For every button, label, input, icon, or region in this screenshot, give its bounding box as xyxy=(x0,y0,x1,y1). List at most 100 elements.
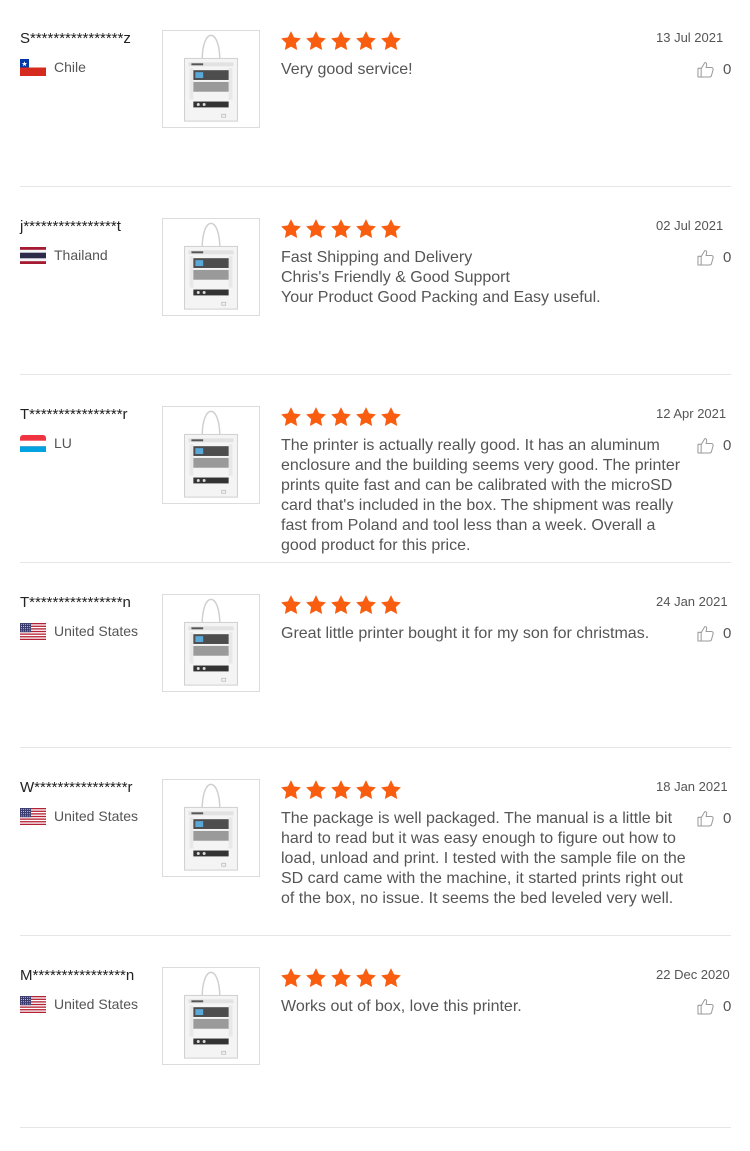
us-flag xyxy=(20,807,46,825)
country-name: Chile xyxy=(54,59,86,75)
luxembourg-flag xyxy=(20,434,46,452)
review-text: Works out of box, love this printer. xyxy=(281,998,522,1015)
star-rating xyxy=(280,218,405,240)
helpful-like-button[interactable]: 0 xyxy=(696,248,731,267)
star-icon xyxy=(356,31,376,50)
review-text: Great little printer bought it for my so… xyxy=(281,625,650,642)
star-icon xyxy=(356,595,376,614)
helpful-like-button[interactable]: 0 xyxy=(696,624,731,643)
thumbs-up-icon xyxy=(697,250,714,266)
star-icon xyxy=(356,219,376,238)
star-icon xyxy=(381,595,401,614)
us-flag xyxy=(20,622,46,640)
reviewer-name: S****************z xyxy=(20,30,131,47)
review-divider xyxy=(20,1127,731,1128)
star-icon xyxy=(331,31,351,50)
review-date: 18 Jan 2021 xyxy=(656,779,728,794)
review-photo-thumbnail[interactable] xyxy=(162,218,260,316)
review-date: 02 Jul 2021 xyxy=(656,218,724,233)
star-rating xyxy=(280,594,405,616)
review-photo-thumbnail[interactable] xyxy=(162,779,260,877)
helpful-like-button[interactable]: 0 xyxy=(696,436,731,455)
star-icon xyxy=(281,31,301,50)
like-count: 0 xyxy=(723,625,732,642)
star-icon xyxy=(281,407,301,426)
star-icon xyxy=(306,968,326,987)
reviewer-name: W****************r xyxy=(20,779,133,796)
reviewer-country: United States xyxy=(20,622,138,640)
helpful-like-button[interactable]: 0 xyxy=(696,809,731,828)
review-photo-thumbnail[interactable] xyxy=(162,406,260,504)
review-photo-thumbnail[interactable] xyxy=(162,30,260,128)
reviewer-country: United States xyxy=(20,995,138,1013)
like-count: 0 xyxy=(723,61,732,78)
star-icon xyxy=(331,780,351,799)
star-icon xyxy=(331,595,351,614)
thumbs-up-icon xyxy=(697,626,714,642)
reviewer-country: United States xyxy=(20,807,138,825)
reviewer-country: Thailand xyxy=(20,246,108,264)
review-date: 12 Apr 2021 xyxy=(656,406,727,421)
like-count: 0 xyxy=(723,810,732,827)
review-date: 24 Jan 2021 xyxy=(656,594,728,609)
country-name: LU xyxy=(54,435,72,451)
star-icon xyxy=(356,780,376,799)
review-text: The package is well packaged. The manual… xyxy=(281,810,686,907)
review-date: 13 Jul 2021 xyxy=(656,30,724,45)
review-text: The printer is actually really good. It … xyxy=(281,437,681,554)
country-name: United States xyxy=(54,996,139,1012)
review-photo-thumbnail[interactable] xyxy=(162,967,260,1065)
star-icon xyxy=(331,968,351,987)
thumbs-up-icon xyxy=(697,62,714,78)
star-rating xyxy=(280,406,405,428)
star-icon xyxy=(381,780,401,799)
star-icon xyxy=(331,407,351,426)
thumbs-up-icon xyxy=(697,811,714,827)
reviewer-country: LU xyxy=(20,434,72,452)
star-icon xyxy=(381,31,401,50)
star-icon xyxy=(281,780,301,799)
reviewer-name: T****************n xyxy=(20,594,131,611)
star-rating xyxy=(280,779,405,801)
review-photo-thumbnail[interactable] xyxy=(162,594,260,692)
reviewer-country: Chile xyxy=(20,58,86,76)
star-rating xyxy=(280,967,405,989)
review-divider xyxy=(20,186,731,187)
country-name: United States xyxy=(54,808,139,824)
review-divider xyxy=(20,747,731,748)
country-name: United States xyxy=(54,623,139,639)
like-count: 0 xyxy=(723,998,732,1015)
star-icon xyxy=(331,219,351,238)
star-icon xyxy=(306,595,326,614)
star-rating xyxy=(280,30,405,52)
star-icon xyxy=(306,407,326,426)
helpful-like-button[interactable]: 0 xyxy=(696,60,731,79)
star-icon xyxy=(306,31,326,50)
star-icon xyxy=(306,219,326,238)
review-text: Very good service! xyxy=(281,61,413,78)
review-divider xyxy=(20,935,731,936)
star-icon xyxy=(306,780,326,799)
review-date: 22 Dec 2020 xyxy=(656,967,730,982)
star-icon xyxy=(281,968,301,987)
star-icon xyxy=(381,968,401,987)
review-divider xyxy=(20,374,731,375)
star-icon xyxy=(356,407,376,426)
reviewer-name: T****************r xyxy=(20,406,128,423)
star-icon xyxy=(281,219,301,238)
helpful-like-button[interactable]: 0 xyxy=(696,997,731,1016)
review-text: Fast Shipping and Delivery Chris's Friend… xyxy=(281,249,601,306)
star-icon xyxy=(381,219,401,238)
review-divider xyxy=(20,562,731,563)
reviewer-name: j****************t xyxy=(20,218,121,235)
reviewer-name: M****************n xyxy=(20,967,135,984)
star-icon xyxy=(281,595,301,614)
thumbs-up-icon xyxy=(697,438,714,454)
like-count: 0 xyxy=(723,437,732,454)
like-count: 0 xyxy=(723,249,732,266)
star-icon xyxy=(356,968,376,987)
country-name: Thailand xyxy=(54,247,108,263)
chile-flag xyxy=(20,58,46,76)
thumbs-up-icon xyxy=(697,999,714,1015)
thailand-flag xyxy=(20,246,46,264)
